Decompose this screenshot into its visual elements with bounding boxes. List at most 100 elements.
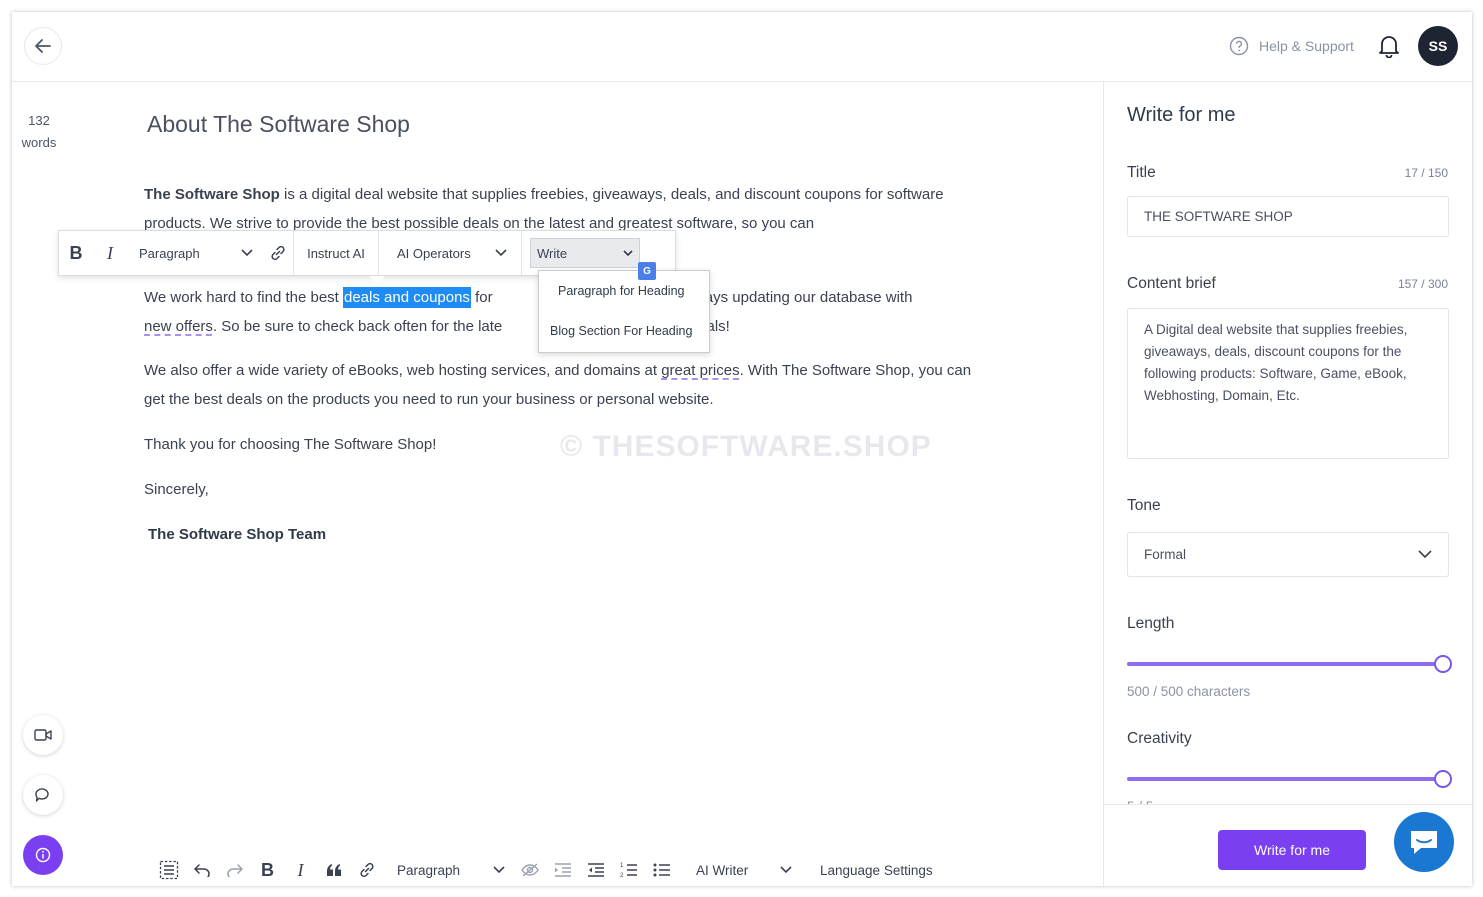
chevron-down-icon: [241, 249, 253, 257]
bottom-toolbar: B I Paragraph 12 AI Writer Language Sett…: [152, 856, 933, 884]
app-window: Help & Support SS 132 words About The So…: [12, 12, 1472, 886]
undo-icon: [193, 864, 210, 877]
write-dropdown-menu: Paragraph for Heading Blog Section For H…: [538, 270, 710, 353]
title-input[interactable]: THE SOFTWARE SHOP: [1127, 196, 1449, 237]
paragraph[interactable]: Sincerely,: [144, 475, 974, 504]
length-value: 500 / 500 characters: [1127, 684, 1251, 699]
creativity-slider[interactable]: [1127, 770, 1452, 788]
link-text[interactable]: new offers: [144, 318, 213, 335]
bold-button[interactable]: B: [59, 231, 93, 275]
video-button[interactable]: [23, 715, 63, 755]
link-icon: [359, 862, 374, 878]
paragraph-select-label: Paragraph: [397, 862, 461, 878]
paragraph-text: ays updating our database with: [704, 289, 913, 306]
eye-off-icon: [520, 863, 539, 877]
language-settings-button[interactable]: Language Settings: [800, 863, 933, 878]
length-slider-handle[interactable]: [1434, 655, 1452, 673]
chat-widget-button[interactable]: [1394, 812, 1454, 872]
title-char-count: 17 / 150: [1404, 166, 1448, 180]
bullet-list-button[interactable]: [645, 856, 678, 884]
paragraph-select-label: Paragraph: [139, 245, 200, 261]
ai-operators-select[interactable]: AI Operators: [379, 231, 521, 275]
title-label: Title: [1127, 164, 1156, 181]
paragraph-text: We also offer a wide variety of eBooks, …: [144, 362, 662, 379]
link-button[interactable]: [263, 231, 293, 275]
outdent-icon: [587, 863, 604, 877]
undo-button[interactable]: [185, 856, 218, 884]
quote-button[interactable]: [317, 856, 350, 884]
paragraph[interactable]: We also offer a wide variety of eBooks, …: [144, 356, 974, 414]
redo-button[interactable]: [218, 856, 251, 884]
bold-button[interactable]: B: [251, 856, 284, 884]
ai-writer-label: AI Writer: [696, 862, 749, 878]
chevron-down-icon: [623, 249, 633, 256]
tone-label: Tone: [1127, 497, 1161, 514]
paragraph-select[interactable]: Paragraph: [127, 231, 263, 275]
creativity-slider-handle[interactable]: [1434, 770, 1452, 788]
help-support-link[interactable]: Help & Support: [1229, 36, 1354, 56]
menu-item-paragraph-for-heading[interactable]: Paragraph for Heading: [539, 271, 709, 311]
chevron-down-icon: [780, 866, 792, 874]
help-support-label: Help & Support: [1259, 38, 1354, 54]
length-slider[interactable]: [1127, 655, 1452, 673]
chat-bubble-icon: [35, 788, 49, 802]
instruct-ai-button[interactable]: Instruct AI: [294, 231, 378, 275]
word-count-unit: words: [21, 135, 57, 150]
content-brief-char-count: 157 / 300: [1397, 277, 1448, 291]
back-button[interactable]: [24, 27, 62, 65]
bullet-list-icon: [653, 863, 670, 877]
content-brief-textarea[interactable]: A Digital deal website that supplies fre…: [1127, 308, 1449, 459]
select-all-icon: [159, 860, 178, 880]
document-title[interactable]: About The Software Shop: [147, 111, 410, 138]
write-select[interactable]: Write: [530, 238, 640, 268]
creativity-label: Creativity: [1127, 730, 1192, 747]
selected-text[interactable]: deals and coupons: [343, 287, 471, 308]
link-icon: [271, 245, 285, 261]
word-count: 132 words: [12, 110, 66, 154]
numbered-list-button[interactable]: 12: [612, 856, 645, 884]
paragraph-text: for: [470, 289, 497, 306]
paragraph-select[interactable]: Paragraph: [383, 863, 513, 878]
comments-button[interactable]: [23, 775, 63, 815]
italic-button[interactable]: I: [93, 231, 127, 275]
write-select-cell: Write: [522, 231, 648, 275]
quote-icon: [326, 864, 341, 876]
info-button[interactable]: [23, 835, 63, 875]
select-all-button[interactable]: [152, 856, 185, 884]
numbered-list-icon: 12: [620, 863, 637, 878]
info-icon: [35, 847, 51, 863]
paragraph-text: We work hard to find the best: [144, 289, 343, 306]
paragraph[interactable]: The Software Shop Team: [148, 520, 978, 549]
video-camera-icon: [34, 729, 52, 741]
hide-button[interactable]: [513, 856, 546, 884]
content-brief-label: Content brief: [1127, 275, 1216, 292]
chevron-down-icon: [493, 866, 505, 874]
chat-icon: [1411, 831, 1437, 854]
ai-writer-select[interactable]: AI Writer: [678, 863, 800, 878]
link-text[interactable]: great prices: [661, 362, 739, 379]
indent-button[interactable]: [546, 856, 579, 884]
write-for-me-panel: Write for me Title 17 / 150 THE SOFTWARE…: [1103, 82, 1472, 886]
ai-operators-label: AI Operators: [397, 245, 471, 261]
svg-text:2: 2: [620, 873, 624, 878]
menu-item-blog-section-for-heading[interactable]: Blog Section For Heading: [539, 311, 709, 351]
italic-button[interactable]: I: [284, 856, 317, 884]
tone-select[interactable]: Formal: [1127, 532, 1449, 577]
outdent-button[interactable]: [579, 856, 612, 884]
notifications-button[interactable]: [1378, 34, 1400, 63]
chevron-down-icon: [495, 249, 507, 257]
user-avatar[interactable]: SS: [1418, 26, 1458, 66]
translate-icon[interactable]: G: [638, 262, 656, 280]
write-select-label: Write: [537, 245, 568, 261]
top-bar: Help & Support SS: [12, 12, 1472, 82]
length-label: Length: [1127, 615, 1175, 632]
bell-icon: [1379, 36, 1399, 59]
watermark: © THESOFTWARE.SHOP: [560, 430, 932, 463]
bold-text: The Software Shop: [144, 186, 280, 203]
question-icon: [1229, 36, 1249, 56]
arrow-left-icon: [35, 39, 51, 53]
link-button[interactable]: [350, 856, 383, 884]
write-for-me-button[interactable]: Write for me: [1218, 830, 1366, 870]
redo-icon: [226, 864, 243, 877]
paragraph-text: . So be sure to check back often for the…: [212, 318, 503, 335]
